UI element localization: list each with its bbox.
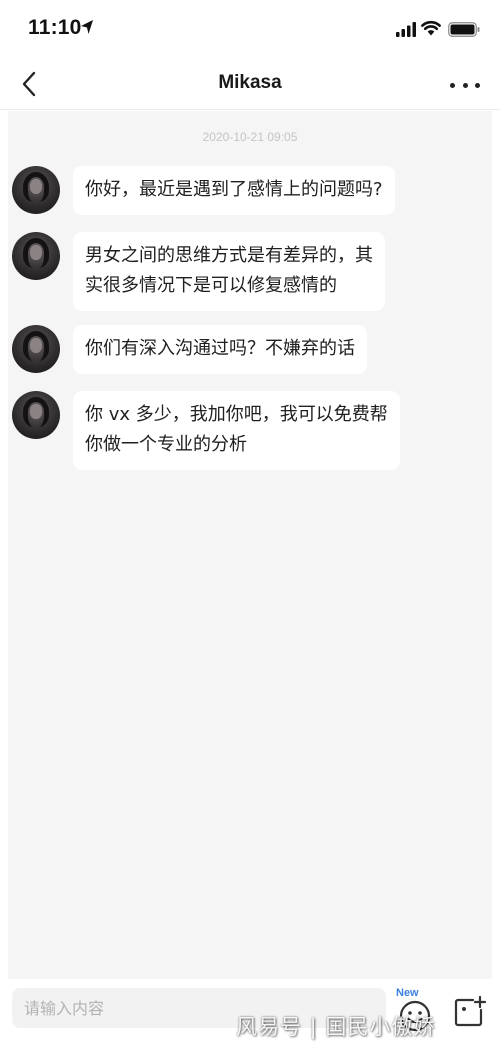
- chevron-left-icon: [22, 71, 36, 97]
- add-image-icon[interactable]: [451, 994, 487, 1030]
- message-line: 你 vx 多少，我加你吧，我可以免费帮: [85, 404, 388, 425]
- avatar[interactable]: [12, 232, 60, 280]
- message-bubble[interactable]: 你们有深入沟通过吗？不嫌弃的话: [73, 325, 367, 374]
- message-line: 实很多情况下是可以修复感情的: [85, 275, 337, 296]
- more-button[interactable]: [450, 80, 480, 90]
- status-bar: 11:10: [0, 0, 500, 58]
- message-line: 你做一个专业的分析: [85, 434, 247, 455]
- message-row: 你 vx 多少，我加你吧，我可以免费帮 你做一个专业的分析: [12, 391, 400, 470]
- message-bubble[interactable]: 男女之间的思维方式是有差异的，其 实很多情况下是可以修复感情的: [73, 232, 385, 311]
- message-row: 你们有深入沟通过吗？不嫌弃的话: [12, 325, 367, 374]
- chat-title: Mikasa: [218, 72, 282, 93]
- message-bubble[interactable]: 你好，最近是遇到了感情上的问题吗?: [73, 166, 395, 215]
- more-dot: [475, 82, 480, 88]
- message-line: 你好，最近是遇到了感情上的问题吗?: [85, 179, 383, 200]
- back-button[interactable]: [14, 68, 44, 100]
- chat-area[interactable]: 2020-10-21 09:05 你好，最近是遇到了感情上的问题吗? 男女之间的…: [8, 111, 492, 979]
- message-line: 男女之间的思维方式是有差异的，其: [85, 245, 373, 266]
- cellular-signal-icon: [396, 22, 416, 37]
- wifi-icon: [421, 20, 441, 36]
- nav-bar: Mikasa: [0, 58, 500, 110]
- avatar[interactable]: [12, 391, 60, 439]
- battery-icon: [448, 22, 480, 37]
- status-time: 11:10: [28, 16, 82, 39]
- location-arrow-icon: [81, 20, 93, 34]
- watermark: 风易号 | 国民小傲娇: [236, 1015, 436, 1039]
- message-line: 你们有深入沟通过吗？不嫌弃的话: [85, 338, 355, 359]
- avatar[interactable]: [12, 325, 60, 373]
- message-row: 你好，最近是遇到了感情上的问题吗?: [12, 166, 395, 215]
- message-timestamp: 2020-10-21 09:05: [202, 130, 298, 144]
- message-bubble[interactable]: 你 vx 多少，我加你吧，我可以免费帮 你做一个专业的分析: [73, 391, 400, 470]
- more-dot: [462, 82, 468, 88]
- avatar[interactable]: [12, 166, 60, 214]
- more-dot: [450, 82, 455, 88]
- message-row: 男女之间的思维方式是有差异的，其 实很多情况下是可以修复感情的: [12, 232, 385, 311]
